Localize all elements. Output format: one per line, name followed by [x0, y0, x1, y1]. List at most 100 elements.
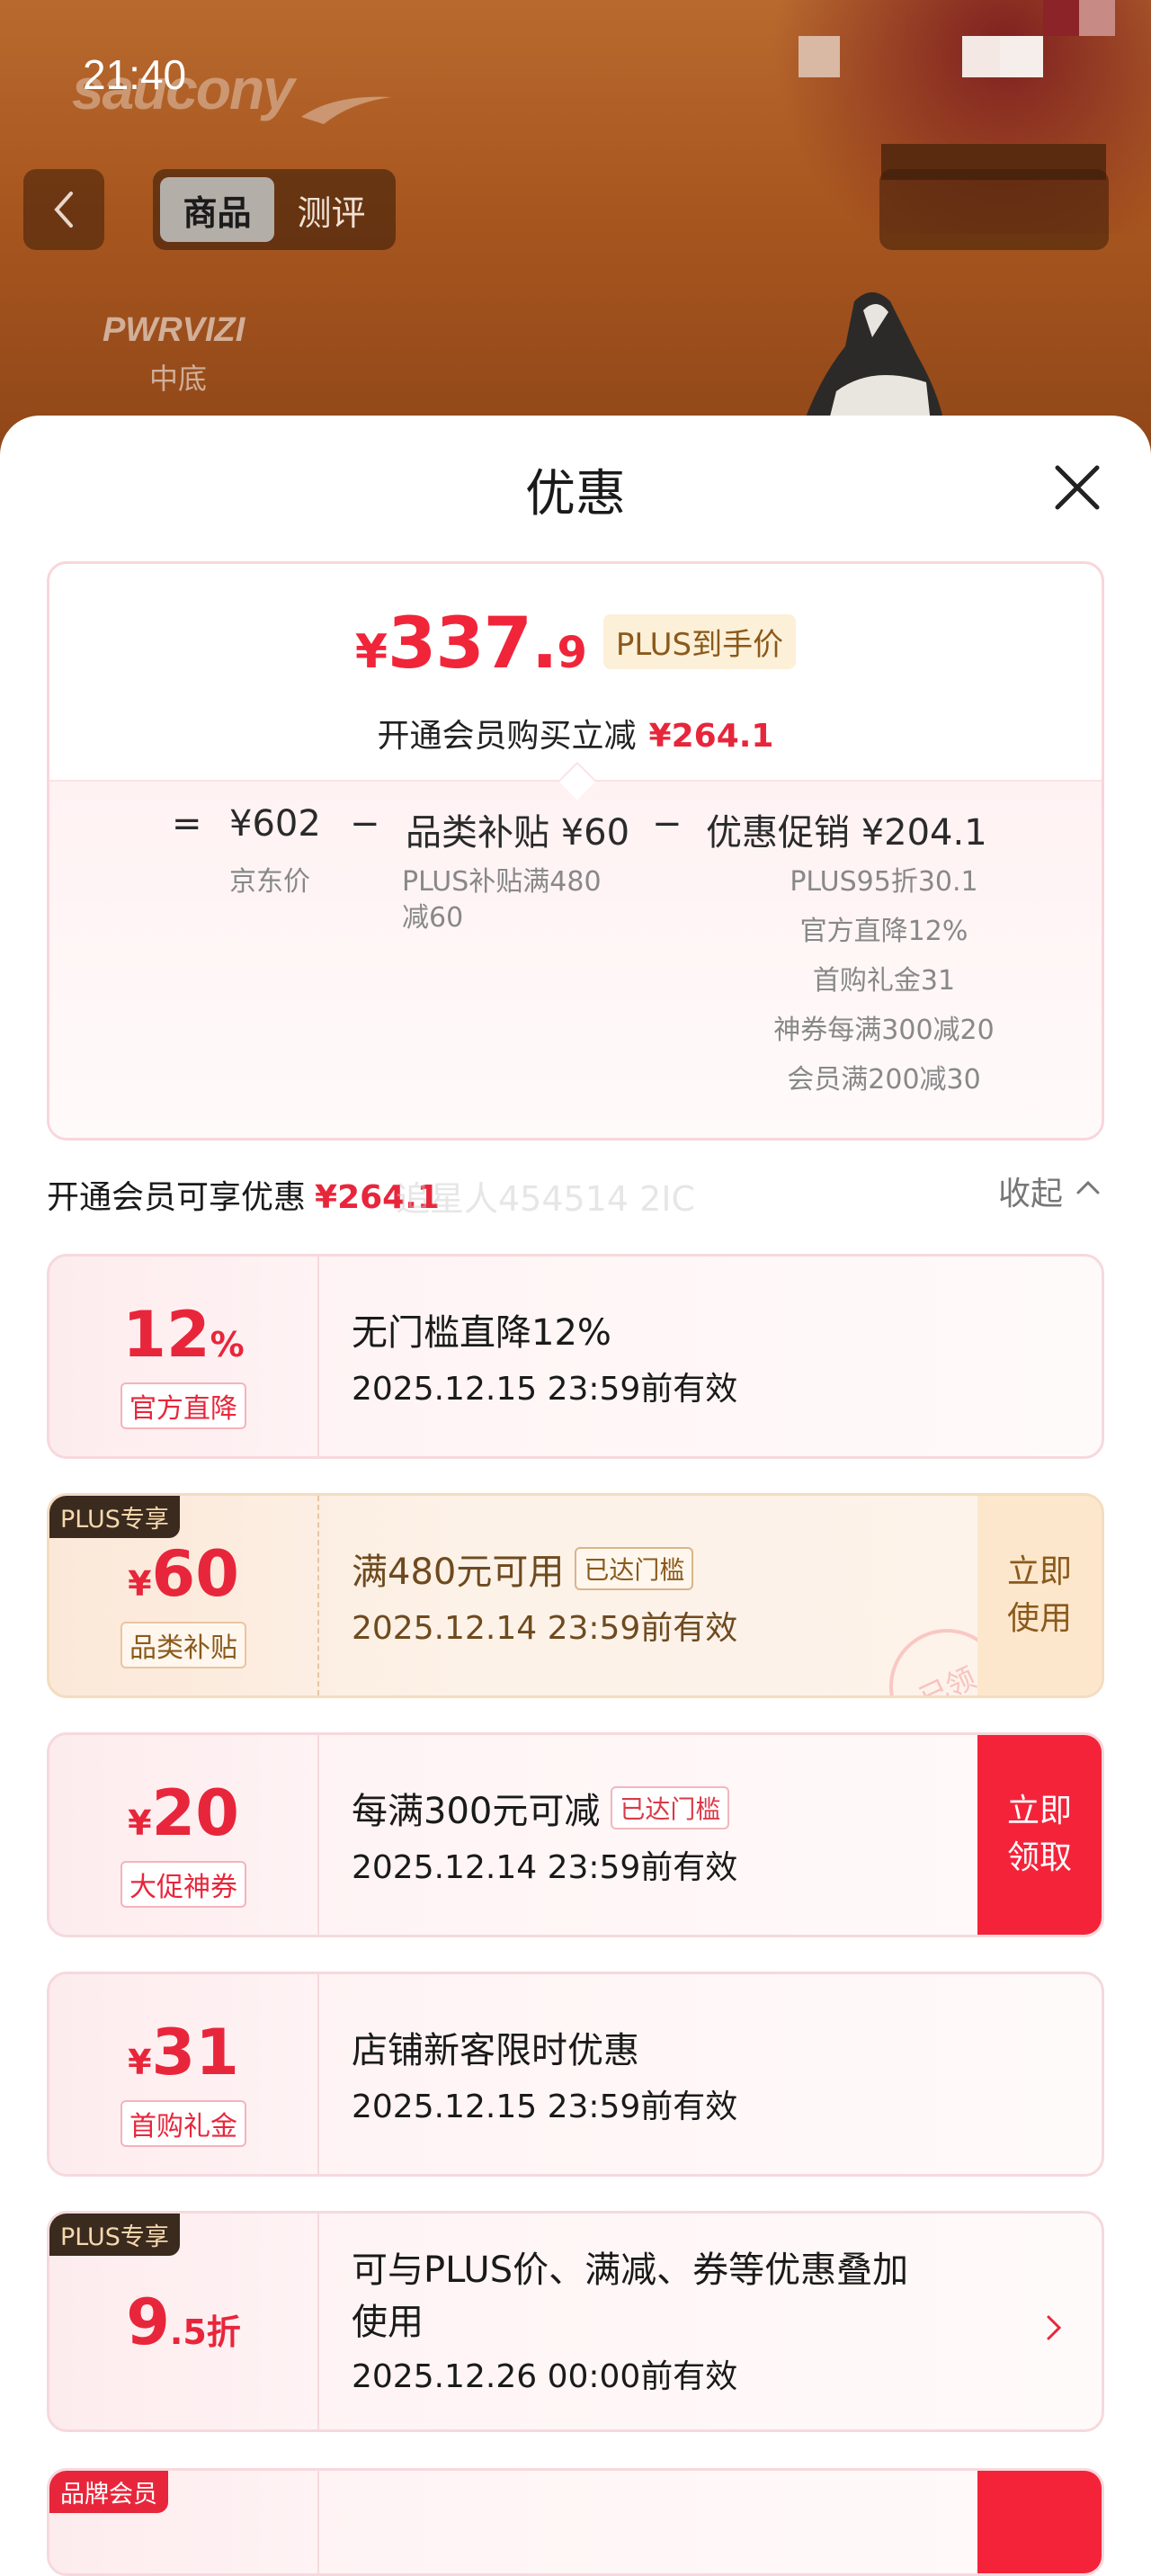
plus-price-tag: PLUS到手价 — [602, 614, 797, 669]
coupon-expiry: 2025.12.14 23:59前有效 — [352, 1610, 738, 1647]
threshold-reached-tag: 已达门槛 — [611, 1786, 730, 1829]
coupon-expiry: 2025.12.26 00:00前有效 — [352, 2358, 738, 2395]
plus-exclusive-badge: PLUS专享 — [49, 1496, 180, 1538]
member-discount-line: 开通会员购买立减 ¥264.1 — [49, 710, 1102, 756]
formula-jd-price: ¥602 — [229, 803, 321, 845]
coupon-type: 官方直降 — [49, 1382, 317, 1429]
blurred-pixel — [1079, 0, 1115, 36]
blurred-pixel — [1043, 0, 1079, 36]
coupon-card[interactable]: 品牌会员 — [47, 2468, 1104, 2576]
formula-minus: − — [652, 803, 683, 845]
coupon-card[interactable]: 12% 官方直降 无门槛直降12% 2025.12.15 23:59前有效 — [47, 1254, 1104, 1459]
coupon-amount-currency: ¥ — [128, 1564, 152, 1604]
promo-desc-line: 会员满200减30 — [787, 1064, 981, 1096]
tab-switcher: 商品 测评 — [153, 169, 396, 250]
coupon-type: 品类补贴 — [49, 1622, 317, 1668]
coupon-type-tag: 大促神券 — [120, 1861, 246, 1908]
chevron-left-icon — [54, 192, 73, 228]
member-discount-amount: ¥264.1 — [648, 718, 774, 755]
brand-swoosh-icon — [301, 96, 391, 124]
claim-now-button[interactable] — [977, 2471, 1102, 2573]
collapse-button[interactable]: 收起 — [998, 1167, 1063, 1214]
back-button[interactable] — [23, 169, 104, 250]
blurred-pixel — [799, 36, 840, 77]
coupon-amount: 9.5折 — [49, 2285, 317, 2359]
coupon-divider — [317, 1257, 319, 1456]
coupon-divider — [317, 1496, 319, 1695]
threshold-reached-tag: 已达门槛 — [575, 1547, 694, 1590]
coupon-amount-value: 60 — [151, 1537, 239, 1611]
coupon-divider — [317, 1974, 319, 2174]
claim-now-button[interactable]: 立即 领取 — [977, 1735, 1102, 1935]
price-currency: ¥ — [354, 625, 388, 679]
formula-equals: = — [172, 803, 202, 845]
sheet-title: 优惠 — [525, 465, 626, 523]
coupon-divider — [317, 2214, 319, 2429]
promo-desc-line: 神券每满300减20 — [773, 1015, 995, 1046]
claim-now-label: 领取 — [1006, 1839, 1072, 1876]
formula-minus: − — [350, 803, 380, 845]
formula-subsidy: 品类补贴 ¥60 — [406, 812, 630, 854]
coupon-title: 每满300元可减 已达门槛 — [352, 1782, 730, 1835]
use-now-label: 使用 — [1006, 1600, 1072, 1637]
chevron-right-icon[interactable] — [1046, 2314, 1062, 2341]
claim-now-label: 立即 — [1006, 1793, 1072, 1829]
brand-member-badge: 品牌会员 — [49, 2471, 168, 2513]
use-now-label: 立即 — [1006, 1553, 1072, 1590]
coupon-amount: ¥31 — [49, 2016, 317, 2089]
plus-price: ¥ 337. 9 PLUS到手价 — [49, 604, 1102, 684]
coupon-amount-value: 9 — [126, 2285, 170, 2359]
member-section-text: 开通会员可享优惠 — [47, 1179, 307, 1216]
tech-sub-label: 中底 — [149, 362, 208, 396]
product-hero-image: saucony 21:40 商品 测评 PWRVIZI 中底 — [0, 0, 1151, 468]
coupon-amount-value: 20 — [151, 1776, 239, 1850]
coupon-title: 可与PLUS价、满减、券等优惠叠加 — [352, 2250, 909, 2291]
tab-product[interactable]: 商品 — [160, 177, 274, 242]
coupon-card[interactable]: ¥31 首购礼金 店铺新客限时优惠 2025.12.15 23:59前有效 — [47, 1972, 1104, 2177]
jd-price-label: 京东价 — [229, 866, 310, 898]
tech-label: PWRVIZI — [103, 311, 245, 349]
plus-exclusive-badge: PLUS专享 — [49, 2214, 180, 2256]
blurred-pixel — [1000, 36, 1043, 77]
watermark: 追星人454514 2IC — [396, 1179, 696, 1219]
promo-desc-line: PLUS95折30.1 — [790, 866, 978, 898]
coupon-divider — [317, 2471, 319, 2573]
coupon-amount-suffix: % — [210, 1325, 245, 1364]
coupon-card[interactable]: ¥20 大促神券 每满300元可减 已达门槛 2025.12.14 23:59前有… — [47, 1732, 1104, 1937]
coupon-expiry: 2025.12.15 23:59前有效 — [352, 1371, 738, 1408]
price-decimal: 9 — [557, 628, 587, 678]
coupon-card[interactable]: PLUS专享 9.5折 可与PLUS价、满减、券等优惠叠加 使用 2025.12… — [47, 2211, 1104, 2432]
coupon-type: 大促神券 — [49, 1861, 317, 1908]
price-formula: = ¥602 − 品类补贴 ¥60 − 优惠促销 ¥204.1 — [49, 803, 1102, 857]
coupon-title: 店铺新客限时优惠 — [352, 2030, 639, 2071]
coupon-amount: ¥20 — [49, 1776, 317, 1850]
coupon-title: 无门槛直降12% — [352, 1312, 611, 1354]
coupon-card[interactable]: PLUS专享 ¥60 品类补贴 满480元可用 已达门槛 2025.12.14 2… — [47, 1493, 1104, 1698]
discount-sheet: 优惠 ¥ 337. 9 PLUS到手价 开通会员购买立减 ¥264.1 = ¥60… — [0, 416, 1151, 2576]
coupon-amount-currency: ¥ — [128, 1803, 152, 1843]
tab-review[interactable]: 测评 — [274, 177, 388, 242]
coupon-divider — [317, 1735, 319, 1935]
coupon-amount: 12% — [49, 1298, 317, 1372]
member-section-title: 开通会员可享优惠 ¥264.1 — [47, 1171, 440, 1218]
price-integer: 337. — [388, 604, 558, 684]
coupon-title: 满480元可用 已达门槛 — [352, 1543, 694, 1596]
coupon-expiry: 2025.12.15 23:59前有效 — [352, 2089, 738, 2125]
close-icon[interactable] — [1050, 461, 1104, 514]
use-now-button[interactable]: 立即 使用 — [977, 1496, 1102, 1695]
coupon-amount-value: 31 — [151, 2016, 239, 2089]
coupon-type-tag: 首购礼金 — [120, 2100, 246, 2147]
top-right-actions[interactable] — [879, 169, 1109, 250]
promo-desc-line: 官方直降12% — [799, 916, 968, 947]
price-breakdown-card: ¥ 337. 9 PLUS到手价 开通会员购买立减 ¥264.1 = ¥602 −… — [47, 561, 1104, 1140]
promo-desc-line: 首购礼金31 — [812, 965, 956, 997]
coupon-type-tag: 品类补贴 — [120, 1622, 246, 1668]
chevron-up-icon[interactable] — [1075, 1178, 1101, 1196]
coupon-title-text: 每满300元可减 — [352, 1791, 601, 1832]
formula-promo: 优惠促销 ¥204.1 — [706, 812, 987, 854]
coupon-amount-value: 12 — [122, 1298, 210, 1372]
coupon-amount-currency: ¥ — [128, 2043, 152, 2082]
coupon-expiry: 2025.12.14 23:59前有效 — [352, 1849, 738, 1886]
coupon-amount: ¥60 — [49, 1537, 317, 1611]
subsidy-desc-line: 减60 — [402, 902, 464, 934]
